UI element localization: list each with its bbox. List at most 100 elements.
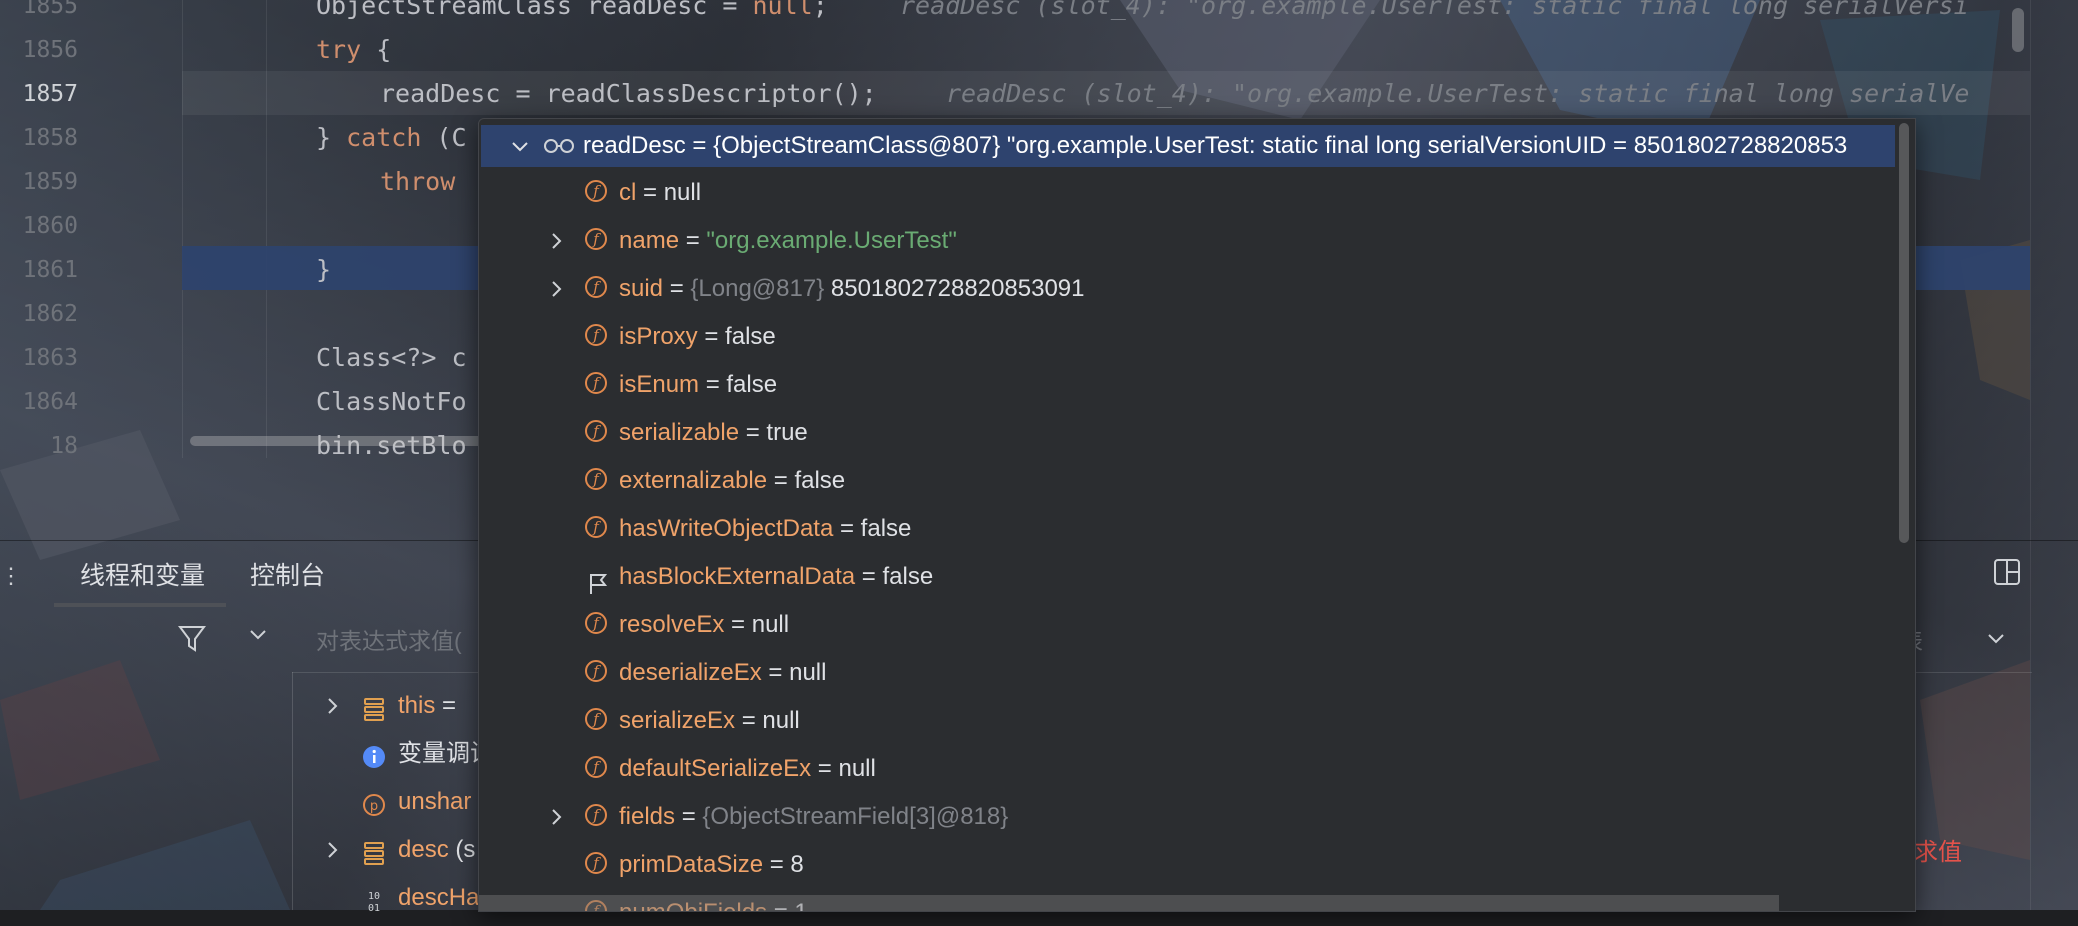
field-equals: =	[699, 371, 727, 398]
field-text: hasBlockExternalData = false	[619, 553, 933, 601]
line-number: 1860	[22, 213, 78, 239]
field-equals: =	[724, 611, 752, 638]
panel-options-icon[interactable]: ⋮	[0, 556, 22, 596]
stack-icon	[362, 838, 386, 865]
chevron-right-icon[interactable]	[549, 793, 569, 841]
field-text: fields = {ObjectStreamField[3]@818}	[619, 793, 1008, 841]
field-row-serializeEx[interactable]: f serializeEx = null	[479, 697, 1889, 745]
chevron-right-icon[interactable]	[549, 217, 569, 265]
field-row-name[interactable]: f name = "org.example.UserTest"	[479, 217, 1889, 265]
layout-icon[interactable]	[1994, 559, 2020, 585]
line-number: 1864	[22, 389, 78, 415]
frames-variables-divider	[292, 672, 293, 910]
field-icon: f	[585, 228, 607, 250]
field-row-hasBlockExternalData[interactable]: hasBlockExternalData = false	[479, 553, 1889, 601]
popup-variable-name: readDesc	[583, 132, 686, 159]
code-text: ClassNotFo	[316, 380, 467, 424]
field-value: null	[838, 755, 876, 782]
evaluate-expression-input[interactable]: 对表达式求值(	[316, 624, 462, 658]
code-token: ClassNotFo	[316, 387, 467, 416]
chevron-right-icon[interactable]	[326, 686, 340, 739]
popup-header-row[interactable]: readDesc = {ObjectStreamClass@807} "org.…	[481, 125, 1895, 167]
field-icon: f	[585, 324, 607, 346]
field-text: deserializeEx = null	[619, 649, 826, 697]
filter-icon[interactable]	[178, 624, 206, 654]
variable-inspection-popup[interactable]: readDesc = {ObjectStreamClass@807} "org.…	[478, 118, 1916, 912]
field-row-hasWriteObjectData[interactable]: f hasWriteObjectData = false	[479, 505, 1889, 553]
field-icon: f	[585, 468, 607, 490]
line-number: 1858	[22, 125, 78, 151]
field-row-cl[interactable]: f cl = null	[479, 169, 1889, 217]
code-token: null	[752, 0, 813, 20]
eval-dropdown-chevron-icon[interactable]	[1986, 632, 2006, 646]
field-row-resolveEx[interactable]: f resolveEx = null	[479, 601, 1889, 649]
field-value: null	[789, 659, 827, 686]
chevron-down-icon[interactable]	[248, 628, 268, 642]
field-name: resolveEx	[619, 611, 725, 638]
variable-text: unshar	[398, 782, 471, 822]
field-text: cl = null	[619, 169, 701, 217]
field-icon: f	[585, 516, 607, 538]
code-token: try	[316, 35, 362, 64]
code-line: 1855 ObjectStreamClass readDesc = null; re…	[0, 0, 2030, 28]
field-value: null	[751, 611, 790, 638]
code-token: ;	[812, 0, 828, 20]
field-name: cl	[619, 179, 637, 206]
field-icon: f	[585, 372, 607, 394]
field-row-fields[interactable]: f fields = {ObjectStreamField[3]@818}	[479, 793, 1889, 841]
code-token: catch	[346, 123, 422, 152]
field-row-isProxy[interactable]: f isProxy = false	[479, 313, 1889, 361]
field-text: serializeEx = null	[619, 697, 800, 745]
field-row-suid[interactable]: f suid = {Long@817} 8501802728820853091	[479, 265, 1889, 313]
tab-console[interactable]: 控制台	[250, 556, 325, 596]
field-value: false	[882, 563, 934, 590]
field-icon: f	[585, 276, 607, 298]
field-name: defaultSerializeEx	[619, 755, 812, 782]
tab-threads-and-variables[interactable]: 线程和变量	[80, 556, 205, 596]
field-row-primDataSize[interactable]: f primDataSize = 8	[479, 841, 1889, 889]
popup-scrollbar[interactable]	[1899, 123, 1909, 543]
field-equals: =	[833, 515, 861, 542]
field-text: hasWriteObjectData = false	[619, 505, 911, 553]
code-text: ObjectStreamClass readDesc = null;	[316, 0, 828, 28]
field-row-defaultSerializeEx[interactable]: f defaultSerializeEx = null	[479, 745, 1889, 793]
field-name: serializable	[619, 419, 740, 446]
chevron-right-icon[interactable]	[326, 830, 340, 883]
field-icon: f	[585, 420, 607, 442]
field-row-deserializeEx[interactable]: f deserializeEx = null	[479, 649, 1889, 697]
popup-horizontal-scrollbar[interactable]	[479, 895, 1779, 911]
code-token: (C	[421, 123, 467, 152]
field-value: false	[726, 371, 778, 398]
field-value: null	[762, 707, 800, 734]
code-line: 1856 try {	[0, 28, 2030, 72]
field-row-isEnum[interactable]: f isEnum = false	[479, 361, 1889, 409]
binary-icon: 10 01	[362, 886, 386, 914]
field-equals: =	[761, 659, 790, 686]
evaluate-link[interactable]: 求值	[1914, 836, 1962, 870]
field-value: "org.example.UserTest"	[706, 227, 957, 254]
field-icon: f	[585, 708, 607, 730]
field-type-ref: {ObjectStreamField[3]@818}	[702, 803, 1009, 830]
line-number: 1856	[22, 37, 78, 63]
code-token: readDesc = readClassDescriptor();	[380, 79, 877, 108]
chevron-down-icon[interactable]	[511, 140, 529, 154]
stack-icon	[362, 694, 386, 721]
field-value: false	[860, 515, 912, 542]
field-text: defaultSerializeEx = null	[619, 745, 876, 793]
code-token: Class<?> c	[316, 343, 467, 372]
variable-name: this	[398, 692, 436, 719]
line-number: 1861	[22, 257, 78, 283]
editor-vertical-scrollbar[interactable]	[2012, 8, 2024, 52]
code-token: throw	[380, 167, 456, 196]
field-row-externalizable[interactable]: f externalizable = false	[479, 457, 1889, 505]
chevron-right-icon[interactable]	[549, 265, 569, 313]
editor-horizontal-scrollbar[interactable]	[190, 436, 490, 446]
field-row-serializable[interactable]: f serializable = true	[479, 409, 1889, 457]
line-number: 18	[50, 433, 78, 459]
field-equals: =	[855, 563, 883, 590]
field-type-ref: {Long@817}	[690, 275, 831, 302]
field-name: serializeEx	[619, 707, 736, 734]
field-value: true	[766, 419, 808, 446]
field-name: fields	[619, 803, 676, 830]
code-text: throw	[380, 160, 455, 204]
